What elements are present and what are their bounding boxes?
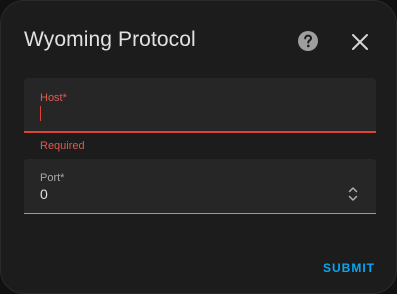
dialog-title: Wyoming Protocol [24,28,196,51]
host-label: Host* [40,92,67,104]
close-button[interactable] [348,30,372,54]
port-field[interactable]: Port* 0 [24,159,376,214]
config-dialog: Wyoming Protocol Host* Required Port* 0 … [0,0,397,294]
help-circle-icon [298,31,318,51]
text-caret [40,106,41,121]
port-stepper[interactable] [348,185,358,203]
close-icon [352,34,368,50]
help-button[interactable] [296,29,320,53]
up-down-chevron-icon [348,187,358,201]
host-field[interactable]: Host* [24,78,376,133]
port-label: Port* [40,172,65,184]
host-error-text: Required [40,140,85,152]
submit-button[interactable]: SUBMIT [313,254,385,282]
port-input-value[interactable]: 0 [40,186,48,202]
